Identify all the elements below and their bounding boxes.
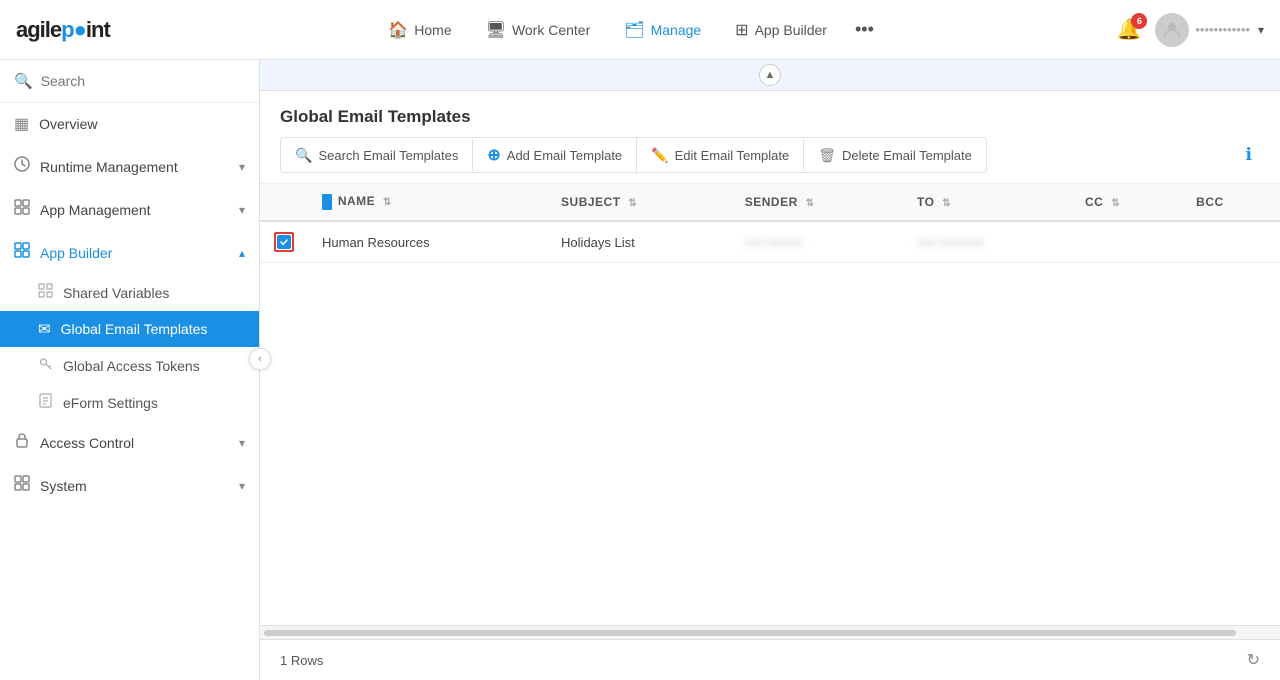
sidebar-item-overview[interactable]: ▦ Overview — [0, 103, 259, 145]
add-icon: ⊕ — [487, 145, 500, 165]
clock-icon — [14, 156, 30, 177]
access-tokens-icon — [38, 356, 53, 375]
grid-icon: ⊞ — [735, 20, 748, 40]
access-chevron-icon: ▾ — [239, 436, 245, 450]
delete-template-button[interactable]: 🗑 Delete Email Template — [804, 140, 986, 171]
collapse-toggle-bar: ▲ — [260, 60, 1280, 91]
sidebar: 🔍 ▦ Overview Runtime Management ▾ — [0, 60, 260, 680]
cc-cell — [1071, 221, 1182, 263]
sidebar-item-eform[interactable]: eForm Settings — [0, 384, 259, 421]
email-icon: ✉ — [38, 320, 51, 338]
appbuilder-icon — [14, 242, 30, 263]
nav-items: 🏠 Home 🖥 Work Center 🗂 Manage ⊞ App Buil… — [140, 11, 1117, 48]
cc-sort-icon: ⇅ — [1111, 198, 1120, 209]
user-name: •••••••••••• — [1195, 22, 1250, 37]
toolbar-row: 🔍 Search Email Templates ⊕ Add Email Tem… — [280, 137, 1260, 173]
top-navigation: agilep●int 🏠 Home 🖥 Work Center 🗂 Manage… — [0, 0, 1280, 60]
cc-column-header[interactable]: CC ⇅ — [1071, 184, 1182, 221]
shared-vars-icon — [38, 283, 53, 302]
add-template-button[interactable]: ⊕ Add Email Template — [473, 138, 637, 172]
nav-right: 🔔 6 •••••••••••• ▾ — [1116, 13, 1264, 47]
lock-icon — [14, 432, 30, 453]
table-row: Human Resources Holidays List •••• •••••… — [260, 221, 1280, 263]
content-header: Global Email Templates 🔍 Search Email Te… — [260, 91, 1280, 184]
subject-cell: Holidays List — [547, 221, 731, 263]
system-icon — [14, 475, 30, 496]
bcc-column-header[interactable]: BCC — [1182, 184, 1280, 221]
sidebar-item-global-email[interactable]: ✉ Global Email Templates — [0, 311, 259, 347]
user-menu[interactable]: •••••••••••• ▾ — [1155, 13, 1264, 47]
toolbar: 🔍 Search Email Templates ⊕ Add Email Tem… — [280, 137, 987, 173]
edit-template-button[interactable]: ✏️ Edit Email Template — [637, 140, 804, 171]
runtime-chevron-icon: ▾ — [239, 160, 245, 174]
overview-icon: ▦ — [14, 114, 29, 134]
nav-appbuilder[interactable]: ⊞ App Builder — [721, 12, 841, 48]
sidebar-search-area: 🔍 — [0, 60, 259, 103]
notifications-button[interactable]: 🔔 6 — [1116, 17, 1141, 42]
nav-more[interactable]: ••• — [847, 11, 882, 48]
sidebar-wrapper: 🔍 ▦ Overview Runtime Management ▾ — [0, 60, 260, 680]
table-header-row: NAME ⇅ SUBJECT ⇅ SENDER ⇅ TO — [260, 184, 1280, 221]
name-cell: Human Resources — [308, 221, 547, 263]
content-area: ▲ Global Email Templates 🔍 Search Email … — [260, 60, 1280, 680]
name-sort-icon: ⇅ — [383, 197, 392, 208]
email-templates-table: NAME ⇅ SUBJECT ⇅ SENDER ⇅ TO — [260, 184, 1280, 263]
sidebar-item-appbuilder[interactable]: App Builder ▴ — [0, 231, 259, 274]
notification-badge: 6 — [1131, 13, 1147, 29]
to-sort-icon: ⇅ — [942, 198, 951, 209]
search-icon: 🔍 — [14, 72, 33, 90]
name-flag-icon — [322, 194, 332, 210]
name-column-header[interactable]: NAME ⇅ — [308, 184, 547, 221]
to-column-header[interactable]: TO ⇅ — [903, 184, 1071, 221]
row-checkbox-cell — [260, 221, 308, 263]
app-logo: agilep●int — [16, 17, 110, 43]
collapse-toggle-button[interactable]: ▲ — [759, 64, 781, 86]
search-input[interactable] — [41, 73, 245, 89]
sidebar-item-runtime[interactable]: Runtime Management ▾ — [0, 145, 259, 188]
horizontal-scrollbar[interactable] — [260, 625, 1280, 639]
table-footer: 1 Rows ↻ — [260, 639, 1280, 680]
edit-icon: ✏️ — [651, 147, 668, 164]
sender-column-header[interactable]: SENDER ⇅ — [731, 184, 903, 221]
sidebar-item-shared-vars[interactable]: Shared Variables — [0, 274, 259, 311]
sidebar-item-global-access[interactable]: Global Access Tokens — [0, 347, 259, 384]
search-templates-button[interactable]: 🔍 Search Email Templates — [281, 140, 473, 171]
table-container: NAME ⇅ SUBJECT ⇅ SENDER ⇅ TO — [260, 184, 1280, 625]
home-icon: 🏠 — [388, 20, 408, 40]
sender-sort-icon: ⇅ — [806, 198, 815, 209]
sender-cell: •••• •••••••• — [731, 221, 903, 263]
nav-manage[interactable]: 🗂 Manage — [610, 12, 715, 48]
appmanagement-icon — [14, 199, 30, 220]
sidebar-item-appmanagement[interactable]: App Management ▾ — [0, 188, 259, 231]
subject-sort-icon: ⇅ — [628, 198, 637, 209]
trash-icon: 🗑 — [818, 147, 836, 164]
subject-column-header[interactable]: SUBJECT ⇅ — [547, 184, 731, 221]
sidebar-item-access-control[interactable]: Access Control ▾ — [0, 421, 259, 464]
avatar — [1155, 13, 1189, 47]
to-cell: •••• •••••••••• — [903, 221, 1071, 263]
main-layout: 🔍 ▦ Overview Runtime Management ▾ — [0, 60, 1280, 680]
info-button[interactable]: ℹ — [1238, 141, 1260, 169]
appmanagement-chevron-icon: ▾ — [239, 203, 245, 217]
page-title: Global Email Templates — [280, 107, 1260, 127]
system-chevron-icon: ▾ — [239, 479, 245, 493]
eform-icon — [38, 393, 53, 412]
nav-workcenter[interactable]: 🖥 Work Center — [472, 12, 605, 48]
bcc-cell — [1182, 221, 1280, 263]
refresh-button[interactable]: ↻ — [1247, 650, 1260, 670]
sidebar-collapse-button[interactable]: ‹ — [249, 348, 271, 370]
select-all-header — [260, 184, 308, 221]
monitor-icon: 🖥 — [486, 20, 506, 40]
row-checkbox[interactable] — [274, 232, 294, 252]
briefcase-icon: 🗂 — [624, 20, 644, 40]
search-toolbar-icon: 🔍 — [295, 147, 312, 164]
appbuilder-chevron-icon: ▴ — [239, 246, 245, 260]
user-chevron-icon: ▾ — [1258, 23, 1264, 37]
rows-count: 1 Rows — [280, 653, 323, 668]
sidebar-item-system[interactable]: System ▾ — [0, 464, 259, 507]
nav-home[interactable]: 🏠 Home — [374, 12, 465, 48]
